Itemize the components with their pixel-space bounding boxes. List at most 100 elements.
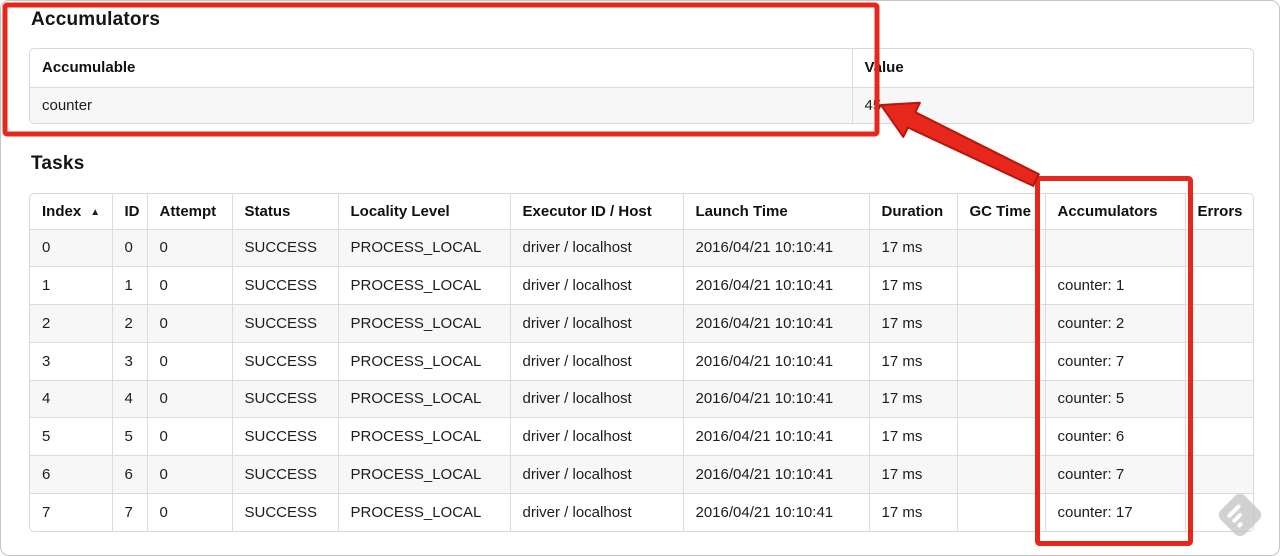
table-cell: [956, 228, 1045, 267]
table-cell: 45: [851, 86, 1253, 123]
column-header-index[interactable]: Index ▲: [30, 194, 112, 229]
column-header-accumulable[interactable]: Accumulable: [30, 49, 852, 87]
table-cell: PROCESS_LOCAL: [337, 455, 510, 494]
table-header-row: Accumulable Value: [30, 49, 1253, 87]
table-cell: [956, 455, 1045, 494]
table-cell: [956, 266, 1045, 305]
accumulable-table: Accumulable Value counter 45: [30, 49, 1253, 123]
column-header-gc-time[interactable]: GC Time: [956, 194, 1045, 229]
table-cell: SUCCESS: [231, 379, 338, 418]
table-cell: 6: [111, 455, 147, 494]
table-cell: 1: [111, 266, 147, 305]
table-cell: PROCESS_LOCAL: [337, 228, 510, 267]
table-cell: 2016/04/21 10:10:41: [682, 341, 869, 380]
table-cell: 6: [30, 455, 112, 494]
column-header-locality-level[interactable]: Locality Level: [337, 194, 510, 229]
table-cell: 0: [146, 417, 232, 456]
table-cell: 5: [111, 417, 147, 456]
table-cell: 0: [146, 304, 232, 343]
table-cell: PROCESS_LOCAL: [337, 266, 510, 305]
table-cell: [1044, 228, 1185, 267]
table-cell: 2016/04/21 10:10:41: [682, 455, 869, 494]
table-cell: 3: [111, 341, 147, 380]
table-cell: [956, 379, 1045, 418]
table-cell: 2: [111, 304, 147, 343]
table-cell: 7: [111, 492, 147, 531]
table-cell: 17 ms: [868, 228, 957, 267]
table-cell: [1184, 228, 1253, 267]
column-header-status[interactable]: Status: [231, 194, 338, 229]
table-row: 2 2 0 SUCCESS PROCESS_LOCAL driver / localhos…: [30, 304, 1253, 343]
table-cell: 0: [146, 341, 232, 380]
table-cell: 17 ms: [868, 417, 957, 456]
table-cell: 17 ms: [868, 341, 957, 380]
table-cell: PROCESS_LOCAL: [337, 492, 510, 531]
table-cell: driver / localhost: [509, 341, 683, 380]
table-row: 5 5 0 SUCCESS PROCESS_LOCAL driver / localhos…: [30, 417, 1253, 456]
column-header-value[interactable]: Value: [851, 49, 1253, 87]
table-cell: [1184, 304, 1253, 343]
table-row: 4 4 0 SUCCESS PROCESS_LOCAL driver / localhos…: [30, 379, 1253, 418]
table-cell: 0: [146, 455, 232, 494]
table-cell: 0: [30, 228, 112, 267]
column-header-duration[interactable]: Duration: [868, 194, 957, 229]
table-cell: 0: [146, 379, 232, 418]
table-cell: driver / localhost: [509, 266, 683, 305]
table-cell: driver / localhost: [509, 417, 683, 456]
table-cell: [1184, 379, 1253, 418]
table-cell: 17 ms: [868, 266, 957, 305]
table-cell: 2016/04/21 10:10:41: [682, 266, 869, 305]
table-cell: PROCESS_LOCAL: [337, 417, 510, 456]
accumulable-table-container: Accumulable Value counter 45: [29, 48, 1254, 124]
table-cell: 2016/04/21 10:10:41: [682, 417, 869, 456]
table-cell: 0: [146, 266, 232, 305]
accumulators-section-title: Accumulators: [31, 9, 161, 30]
table-cell: driver / localhost: [509, 455, 683, 494]
table-cell: 0: [146, 492, 232, 531]
table-row: 3 3 0 SUCCESS PROCESS_LOCAL driver / localhos…: [30, 341, 1253, 380]
table-cell: 2016/04/21 10:10:41: [682, 228, 869, 267]
table-cell: 5: [30, 417, 112, 456]
table-cell: 4: [111, 379, 147, 418]
spark-ui-stage-page: Accumulators Accumulable Value counter 45…: [0, 0, 1280, 556]
table-cell: counter: 7: [1044, 341, 1185, 380]
table-cell: SUCCESS: [231, 455, 338, 494]
table-cell: [1184, 266, 1253, 305]
column-header-label: Index: [42, 202, 82, 220]
table-cell: 1: [30, 266, 112, 305]
column-header-accumulators[interactable]: Accumulators: [1044, 194, 1185, 229]
table-row: 7 7 0 SUCCESS PROCESS_LOCAL driver / localhos…: [30, 492, 1253, 531]
table-cell: 0: [111, 228, 147, 267]
table-cell: [956, 492, 1045, 531]
table-cell: [1184, 341, 1253, 380]
table-cell: [956, 417, 1045, 456]
table-cell: 17 ms: [868, 455, 957, 494]
table-cell: counter: [30, 86, 852, 123]
table-cell: driver / localhost: [509, 304, 683, 343]
column-header-errors[interactable]: Errors: [1184, 194, 1253, 229]
table-cell: driver / localhost: [509, 379, 683, 418]
table-cell: 7: [30, 492, 112, 531]
table-cell: [1184, 455, 1253, 494]
table-cell: 2016/04/21 10:10:41: [682, 492, 869, 531]
table-cell: 2016/04/21 10:10:41: [682, 304, 869, 343]
column-header-id[interactable]: ID: [111, 194, 147, 229]
table-cell: 3: [30, 341, 112, 380]
table-cell: 17 ms: [868, 304, 957, 343]
table-cell: [1184, 417, 1253, 456]
table-cell: counter: 17: [1044, 492, 1185, 531]
tasks-table: Index ▲ ID Attempt Status Locality Level …: [30, 194, 1253, 531]
table-row: 0 0 0 SUCCESS PROCESS_LOCAL driver / localhos…: [30, 228, 1253, 267]
table-cell: SUCCESS: [231, 417, 338, 456]
table-cell: 17 ms: [868, 492, 957, 531]
column-header-executor-id-host[interactable]: Executor ID / Host: [509, 194, 683, 229]
tasks-section-title: Tasks: [31, 153, 85, 174]
table-cell: SUCCESS: [231, 304, 338, 343]
table-cell: PROCESS_LOCAL: [337, 304, 510, 343]
column-header-attempt[interactable]: Attempt: [146, 194, 232, 229]
table-cell: 17 ms: [868, 379, 957, 418]
sort-ascending-icon: ▲: [90, 206, 101, 218]
column-header-launch-time[interactable]: Launch Time: [682, 194, 869, 229]
table-cell: counter: 2: [1044, 304, 1185, 343]
table-row: counter 45: [30, 86, 1253, 123]
